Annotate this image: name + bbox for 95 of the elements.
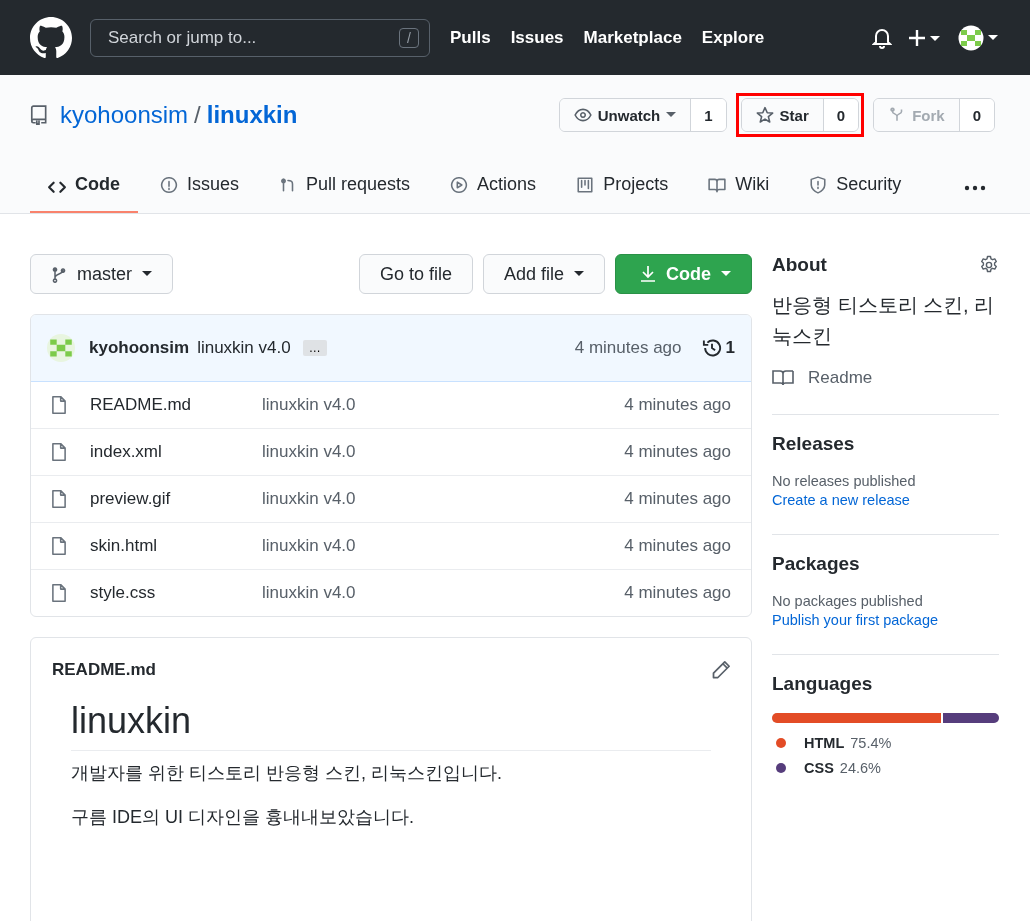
pencil-icon[interactable]	[711, 660, 731, 680]
file-name-link[interactable]: style.css	[90, 583, 262, 603]
file-time: 4 minutes ago	[624, 536, 731, 556]
language-name: CSS	[804, 760, 834, 776]
settings-icon[interactable]	[979, 255, 999, 275]
repo-tab[interactable]: Actions	[432, 162, 555, 213]
star-button[interactable]: Star	[741, 99, 824, 131]
caret-icon	[721, 271, 731, 277]
repo-tab[interactable]: Issues	[142, 162, 258, 213]
bell-icon[interactable]	[872, 26, 892, 49]
search-input[interactable]: Search or jump to...	[106, 26, 400, 49]
actions-icon	[450, 175, 469, 194]
file-name-link[interactable]: index.xml	[90, 442, 262, 462]
repo-tab[interactable]: Pull requests	[261, 162, 429, 213]
language-name: HTML	[804, 735, 845, 751]
nav-link[interactable]: Explore	[701, 27, 765, 48]
file-time: 4 minutes ago	[624, 395, 731, 415]
file-icon	[51, 583, 67, 603]
languages-heading: Languages	[772, 673, 874, 695]
file-icon	[51, 489, 67, 509]
nav-link[interactable]: Pulls	[450, 27, 491, 48]
more-icon[interactable]	[964, 185, 986, 191]
file-name-link[interactable]: skin.html	[90, 536, 262, 556]
commit-time: 4 minutes ago	[574, 338, 682, 358]
commit-message-link[interactable]: linuxkin v4.0	[262, 395, 625, 415]
file-icon	[51, 395, 67, 415]
readme-paragraph: 개발자를 위한 티스토리 반응형 스킨, 리눅스킨입니다.	[71, 762, 503, 785]
add-file-button[interactable]: Add file	[482, 254, 605, 294]
github-logo-icon[interactable]	[30, 16, 72, 59]
projects-icon	[576, 175, 595, 194]
readme-link[interactable]: Readme	[772, 368, 999, 388]
about-heading: About	[772, 254, 827, 276]
nav-link[interactable]: Issues	[510, 27, 564, 48]
repo-tab[interactable]: Security	[791, 162, 920, 213]
language-percent: 24.6%	[839, 760, 881, 776]
repo-description: 반응형 티스토리 스킨, 리눅스킨	[772, 293, 996, 349]
file-time: 4 minutes ago	[624, 583, 731, 603]
star-icon	[755, 106, 774, 124]
file-row[interactable]: style.css linuxkin v4.0 4 minutes ago	[31, 569, 751, 616]
releases-note: No releases published	[772, 473, 917, 489]
commit-message-link[interactable]: linuxkin v4.0	[262, 442, 625, 462]
search-field[interactable]: Search or jump to... /	[90, 18, 430, 57]
file-row[interactable]: preview.gif linuxkin v4.0 4 minutes ago	[31, 475, 751, 522]
file-name-link[interactable]: README.md	[90, 395, 262, 415]
repo-tab[interactable]: Code	[30, 162, 138, 213]
readme-paragraph: 구름 IDE의 UI 디자인을 흉내내보았습니다.	[71, 806, 415, 829]
path-separator: /	[194, 101, 201, 129]
repo-owner-link[interactable]: kyohoonsim	[60, 101, 189, 129]
repository-icon	[30, 105, 48, 125]
commit-author-link[interactable]: kyohoonsim	[89, 338, 190, 358]
releases-heading: Releases	[772, 433, 856, 455]
file-row[interactable]: index.xml linuxkin v4.0 4 minutes ago	[31, 428, 751, 475]
readme-filename: README.md	[52, 660, 156, 680]
star-count[interactable]: 0	[823, 99, 859, 131]
packages-heading: Packages	[772, 553, 861, 575]
repo-tab[interactable]: Projects	[558, 162, 687, 213]
avatar-icon	[47, 334, 75, 362]
nav-link[interactable]: Marketplace	[583, 27, 682, 48]
branch-icon	[51, 265, 67, 283]
commit-history-link[interactable]: 1	[701, 338, 735, 358]
branch-button[interactable]: master	[30, 254, 173, 294]
file-row[interactable]: README.md linuxkin v4.0 4 minutes ago	[31, 382, 751, 428]
commit-message-link[interactable]: linuxkin v4.0	[262, 536, 625, 556]
create-release-link[interactable]: Create a new release	[772, 492, 999, 508]
book-icon	[772, 369, 794, 387]
expand-message-button[interactable]: …	[302, 340, 327, 356]
download-icon	[640, 265, 656, 283]
history-icon	[701, 338, 722, 358]
file-time: 4 minutes ago	[624, 442, 731, 462]
commit-message-link[interactable]: linuxkin v4.0	[197, 338, 291, 358]
file-time: 4 minutes ago	[624, 489, 731, 509]
shortcut-key: /	[399, 27, 419, 48]
caret-icon	[666, 112, 677, 118]
caret-icon	[574, 271, 584, 277]
go-to-file-button[interactable]: Go to file	[358, 254, 473, 294]
publish-package-link[interactable]: Publish your first package	[772, 612, 999, 628]
readme-heading: linuxkin	[71, 700, 711, 751]
commit-message-link[interactable]: linuxkin v4.0	[262, 583, 625, 603]
issues-icon	[160, 175, 178, 194]
file-icon	[51, 442, 67, 462]
watch-button[interactable]: Unwatch	[559, 99, 692, 131]
caret-icon	[142, 271, 152, 277]
commit-message-link[interactable]: linuxkin v4.0	[262, 489, 625, 509]
security-icon	[809, 175, 828, 194]
repo-name-link[interactable]: linuxkin	[206, 101, 298, 129]
file-name-link[interactable]: preview.gif	[90, 489, 262, 509]
eye-icon	[573, 106, 592, 124]
packages-note: No packages published	[772, 593, 924, 609]
file-icon	[51, 536, 67, 556]
file-row[interactable]: skin.html linuxkin v4.0 4 minutes ago	[31, 522, 751, 569]
language-percent: 75.4%	[850, 735, 892, 751]
watch-count[interactable]: 1	[691, 99, 726, 131]
plus-menu-icon[interactable]	[908, 27, 942, 48]
repo-tab[interactable]: Wiki	[690, 162, 788, 213]
avatar-menu-icon[interactable]	[958, 24, 1000, 51]
